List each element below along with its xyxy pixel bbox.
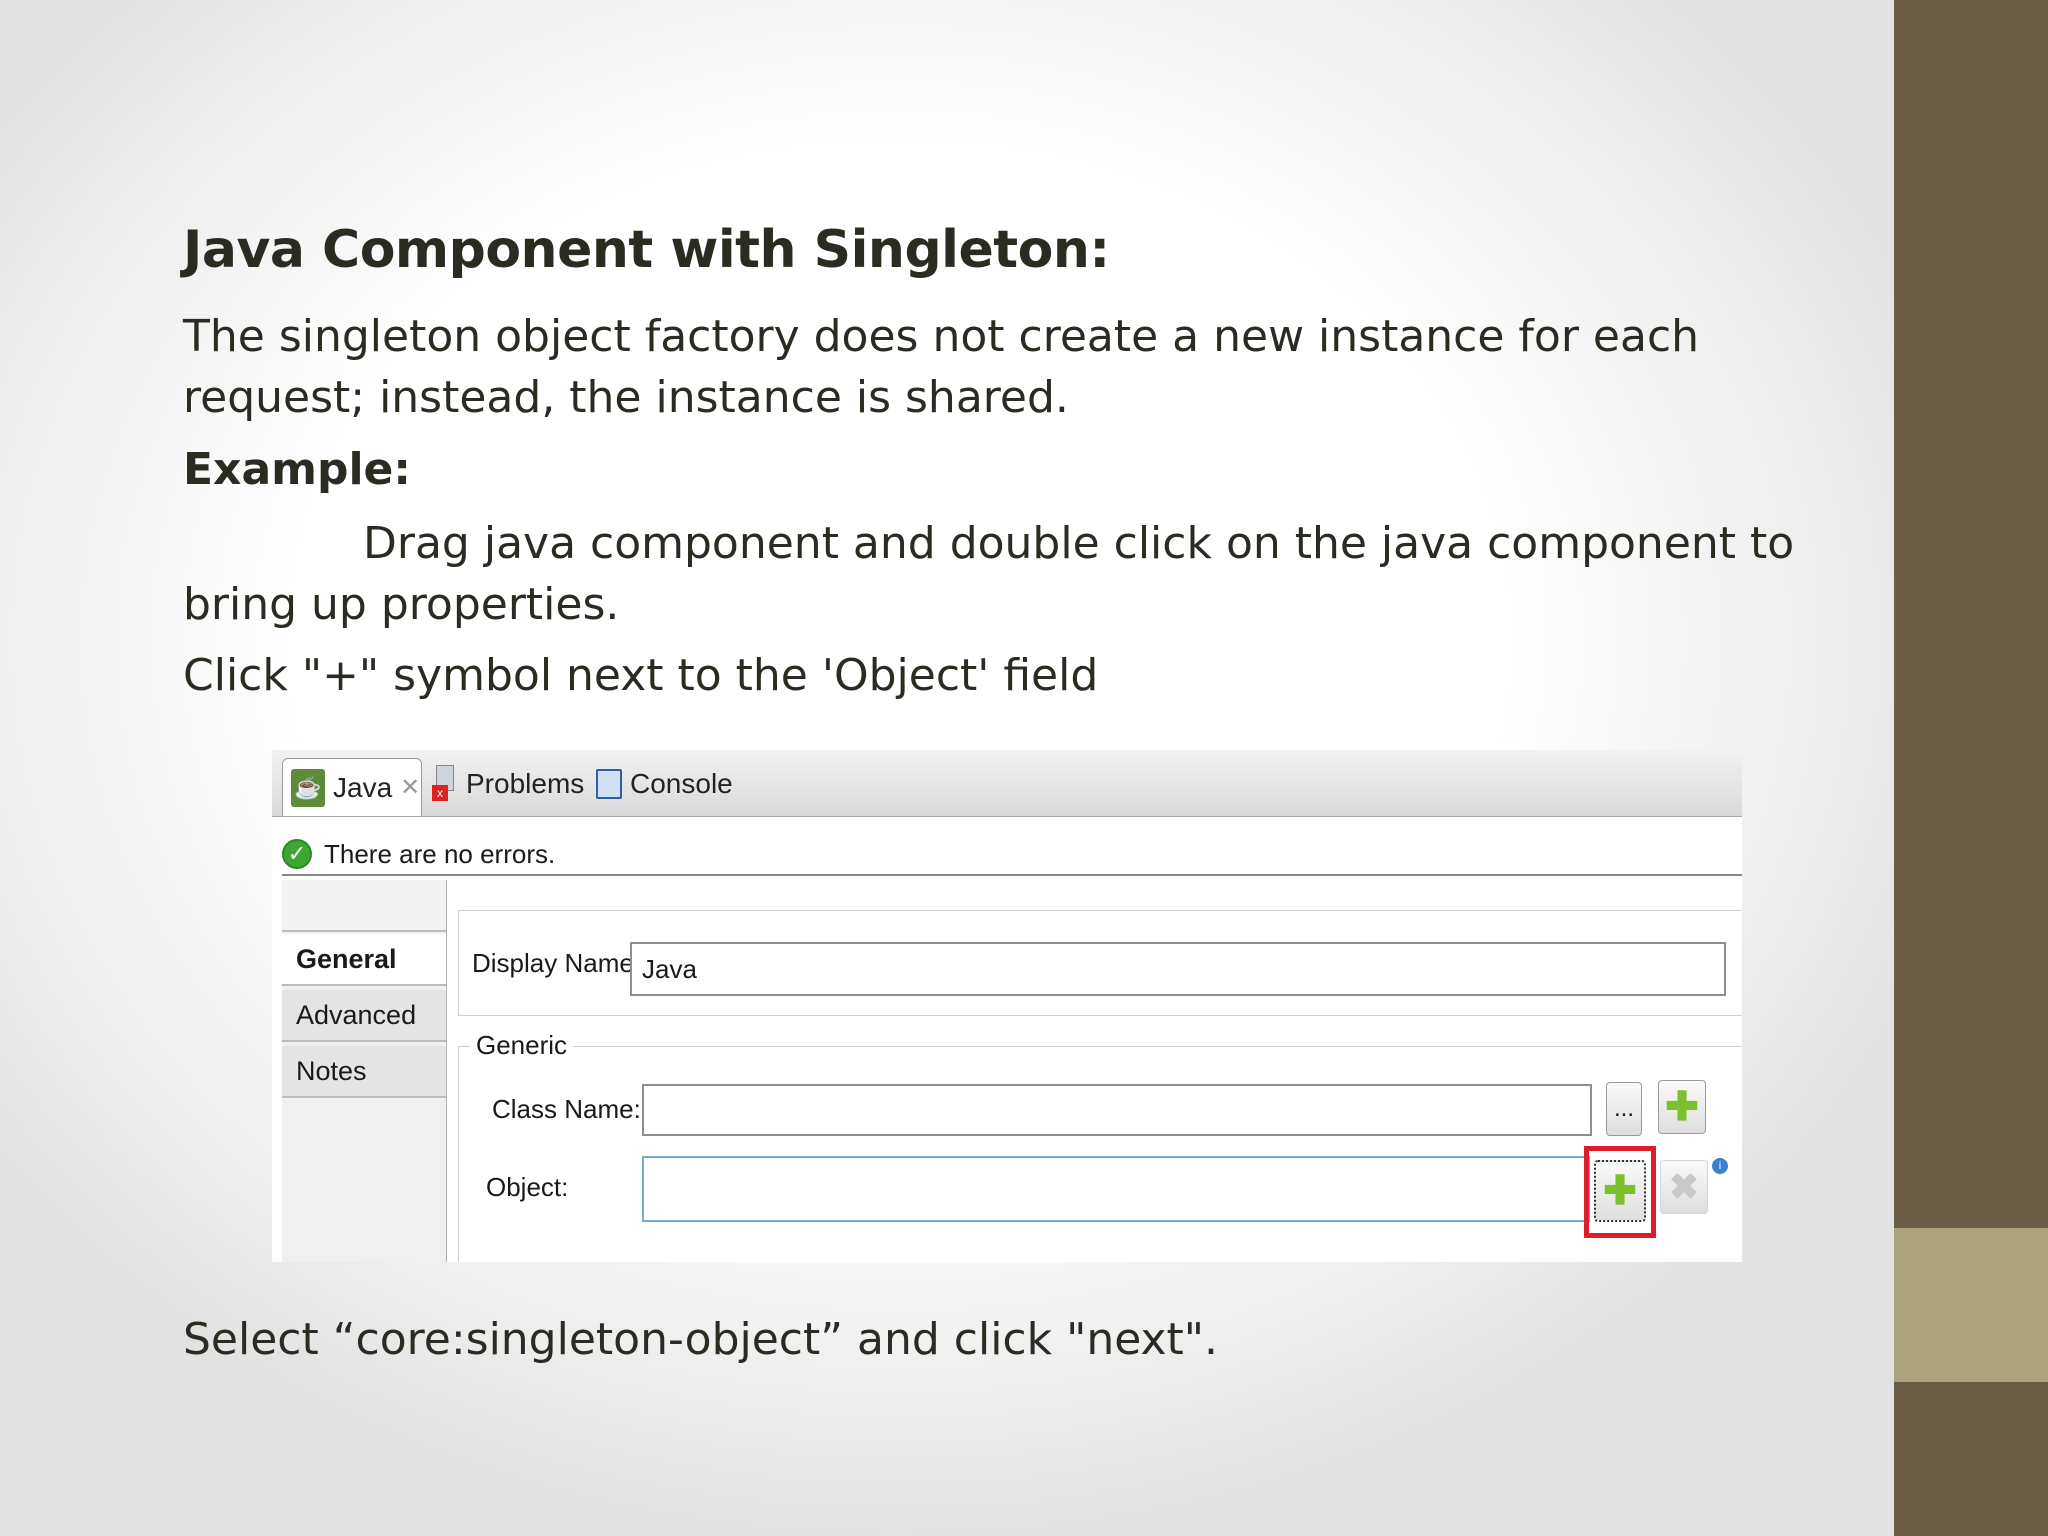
click-instruction: Click "+" symbol next to the 'Object' fi… <box>183 650 1099 701</box>
display-name-input[interactable]: Java <box>630 942 1726 996</box>
remove-object-button[interactable]: ✖ <box>1660 1160 1708 1214</box>
class-name-input[interactable] <box>642 1084 1592 1136</box>
browse-button[interactable]: ... <box>1606 1082 1642 1136</box>
check-icon: ✓ <box>282 839 312 869</box>
console-icon <box>596 769 622 799</box>
tab-problems-label: Problems <box>466 768 585 799</box>
intro-paragraph: The singleton object factory does not cr… <box>183 311 1700 423</box>
tab-java[interactable]: ☕ Java ✕ <box>282 758 422 816</box>
class-name-label: Class Name: <box>492 1094 641 1124</box>
object-label: Object: <box>486 1172 569 1202</box>
add-class-button[interactable]: ✚ <box>1658 1080 1706 1134</box>
java-icon: ☕ <box>291 768 325 807</box>
tab-console[interactable]: Console <box>596 758 733 810</box>
status-bar: ✓ There are no errors. <box>282 834 555 874</box>
generic-group <box>458 1046 1742 1262</box>
sidebar-item-general[interactable]: General <box>282 934 446 986</box>
tab-console-label: Console <box>630 768 733 799</box>
status-text: There are no errors. <box>324 838 556 869</box>
example-label: Example: <box>183 444 411 495</box>
status-divider <box>282 874 1742 876</box>
problems-icon: x <box>432 765 458 803</box>
drag-instruction: Drag java component and double click on … <box>183 518 1795 630</box>
view-tab-bar: ☕ Java ✕ x Problems Console <box>272 750 1742 817</box>
right-decor-accent <box>1894 1228 2048 1382</box>
object-input[interactable] <box>642 1156 1590 1222</box>
tab-java-label: Java <box>333 771 393 803</box>
close-icon[interactable]: ✕ <box>400 773 420 802</box>
display-name-label: Display Name: <box>472 948 642 978</box>
sidebar-header <box>282 880 446 932</box>
properties-sidebar: General Advanced Notes <box>282 880 447 1262</box>
info-icon: i <box>1712 1158 1728 1174</box>
generic-legend: Generic <box>470 1030 574 1061</box>
properties-screenshot: ☕ Java ✕ x Problems Console ✓ There are … <box>272 750 1742 1262</box>
sidebar-item-notes[interactable]: Notes <box>282 1046 446 1098</box>
plus-icon: ✚ <box>1665 1085 1699 1129</box>
delete-icon: ✖ <box>1668 1166 1700 1207</box>
sidebar-item-advanced[interactable]: Advanced <box>282 990 446 1042</box>
select-instruction: Select “core:singleton-object” and click… <box>183 1314 1219 1365</box>
tab-problems[interactable]: x Problems <box>432 758 584 810</box>
highlight-box <box>1584 1146 1656 1238</box>
slide-title: Java Component with Singleton: <box>183 220 1110 280</box>
